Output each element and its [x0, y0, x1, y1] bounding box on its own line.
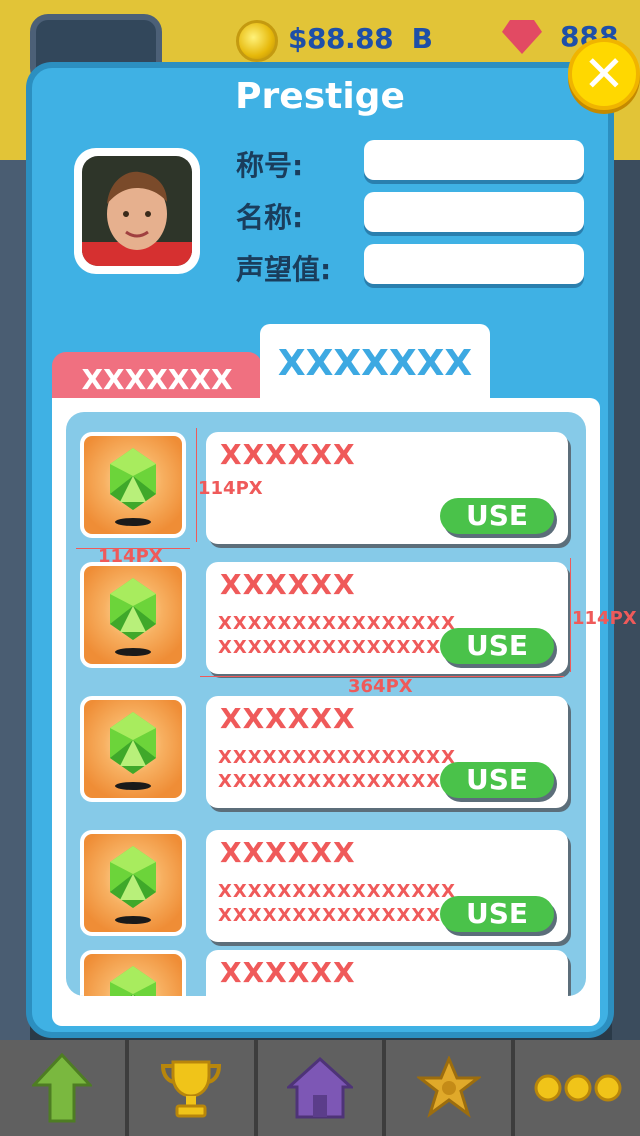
nav-more-button[interactable]	[515, 1040, 640, 1136]
tab-second[interactable]: XXXXXXX	[260, 324, 490, 408]
item-name: XXXXXX	[220, 438, 356, 471]
use-button[interactable]: USE	[440, 628, 554, 664]
icon-width-annotation: 114PX	[98, 546, 163, 567]
prestige-value-field[interactable]	[364, 244, 584, 284]
dimension-line	[196, 428, 197, 542]
item-description: XXXXXXXXXXXXXXXX XXXXXXXXXXXXXXXX	[218, 881, 457, 926]
close-button[interactable]: ✕	[568, 38, 640, 110]
bottom-nav	[0, 1040, 640, 1136]
item-gem-icon	[80, 432, 186, 538]
nav-home-button[interactable]	[257, 1040, 387, 1136]
list-item: XXXXXX XXXXXXXXXXXXXXXX XXXXXXXXXXXXXXXX …	[206, 562, 568, 674]
card-height-annotation: 114PX	[572, 608, 637, 629]
item-description: XXXXXXXXXXXXXXXX XXXXXXXXXXXXXXXX	[218, 613, 457, 658]
item-gem-icon	[80, 562, 186, 668]
use-button[interactable]: USE	[440, 896, 554, 932]
more-dots-icon	[534, 1074, 622, 1102]
item-list[interactable]: XXXXXX USE XXXXXX XXXXXXXXXXXXXXXX XXXXXX…	[66, 412, 586, 996]
nav-trophy-button[interactable]	[128, 1040, 258, 1136]
up-arrow-icon	[32, 1053, 93, 1123]
money-display: $88.88 B	[288, 22, 433, 55]
dimension-line	[570, 558, 571, 672]
sheriff-star-icon	[416, 1056, 481, 1118]
item-name: XXXXXX	[220, 568, 356, 601]
prestige-value-label: 声望值:	[236, 253, 332, 286]
trophy-icon	[161, 1060, 222, 1118]
item-gem-icon	[80, 830, 186, 936]
list-item: XXXXXX	[206, 950, 568, 996]
icon-height-annotation: 114PX	[198, 478, 263, 499]
item-name: XXXXXX	[220, 836, 356, 869]
list-item: XXXXXX XXXXXXXXXXXXXXXX XXXXXXXXXXXXXXXX …	[206, 830, 568, 942]
title-field[interactable]	[364, 140, 584, 180]
card-width-annotation: 364PX	[348, 676, 413, 697]
item-name: XXXXXX	[220, 702, 356, 735]
name-field[interactable]	[364, 192, 584, 232]
item-gem-icon	[80, 950, 186, 996]
nav-upgrade-button[interactable]	[0, 1040, 129, 1136]
dialog-title: Prestige	[235, 76, 405, 117]
coin-icon	[236, 20, 278, 62]
close-icon: ✕	[583, 45, 625, 103]
title-label: 称号:	[236, 149, 304, 182]
player-avatar	[74, 148, 200, 274]
game-bg-right	[612, 160, 640, 1040]
use-button[interactable]: USE	[440, 762, 554, 798]
name-label: 名称:	[236, 201, 304, 234]
home-icon	[286, 1057, 353, 1119]
item-name: XXXXXX	[220, 956, 356, 989]
list-item: XXXXXX XXXXXXXXXXXXXXXX XXXXXXXXXXXXXXXX …	[206, 696, 568, 808]
tab-panel: XXXXXX USE XXXXXX XXXXXXXXXXXXXXXX XXXXXX…	[52, 398, 600, 1026]
nav-sheriff-button[interactable]	[386, 1040, 516, 1136]
use-button[interactable]: USE	[440, 498, 554, 534]
item-description: XXXXXXXXXXXXXXXX XXXXXXXXXXXXXXXX	[218, 747, 457, 792]
item-gem-icon	[80, 696, 186, 802]
